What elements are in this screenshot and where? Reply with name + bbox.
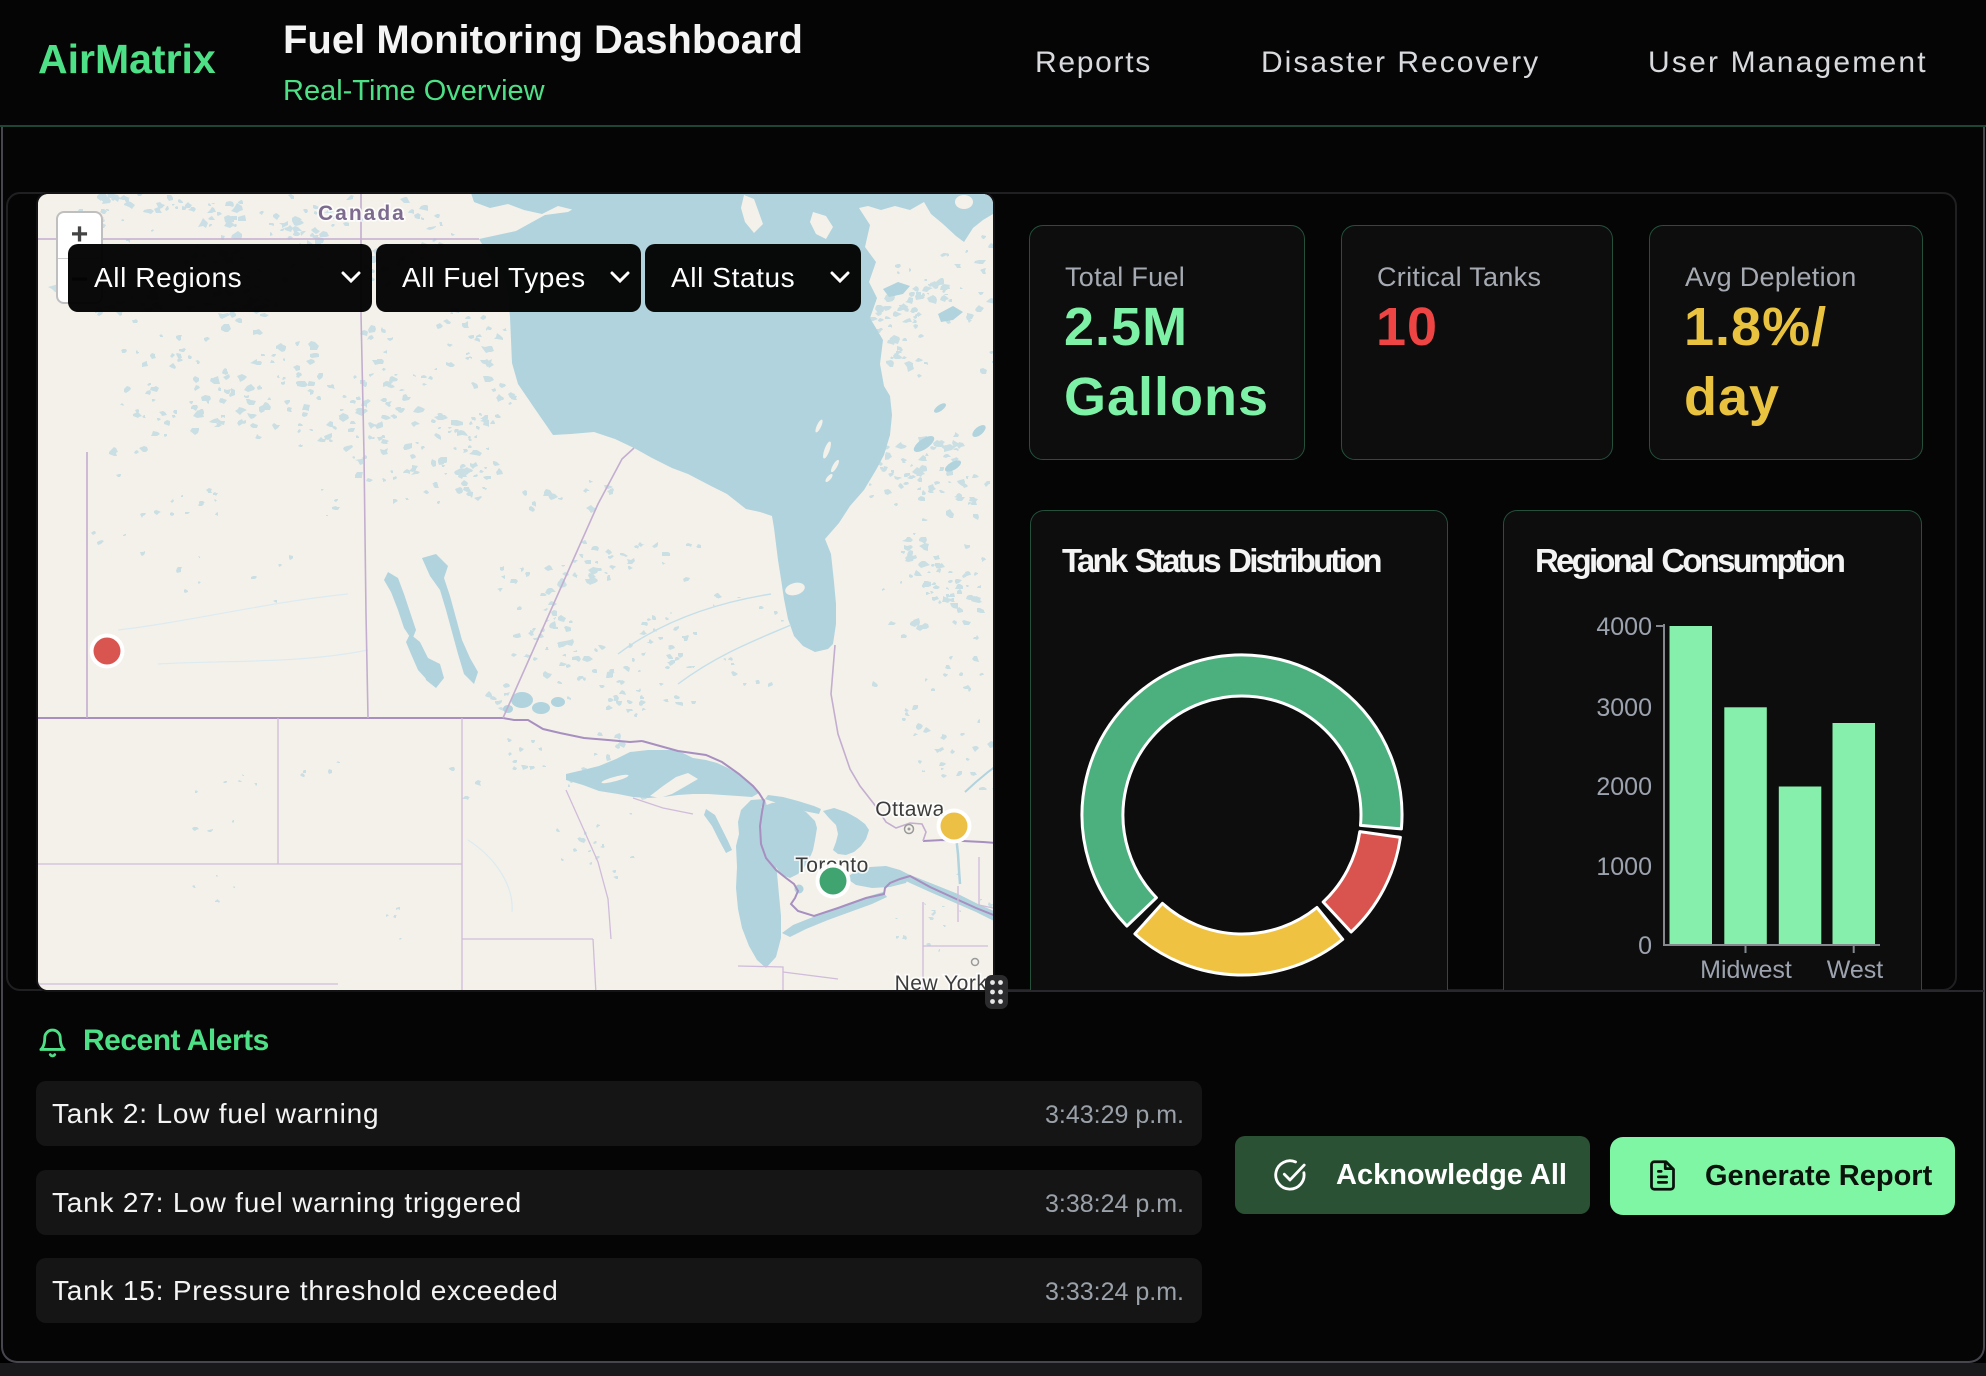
svg-text:3000: 3000 [1596,694,1652,722]
svg-text:1000: 1000 [1596,853,1652,881]
svg-text:Canada: Canada [318,202,406,225]
svg-text:2000: 2000 [1596,773,1652,801]
svg-text:West: West [1827,956,1884,984]
svg-text:0: 0 [1638,932,1652,960]
svg-text:New York: New York [895,972,988,990]
svg-text:4000: 4000 [1596,613,1652,641]
svg-text:Midwest: Midwest [1700,956,1792,984]
svg-text:Ottawa: Ottawa [875,798,945,821]
